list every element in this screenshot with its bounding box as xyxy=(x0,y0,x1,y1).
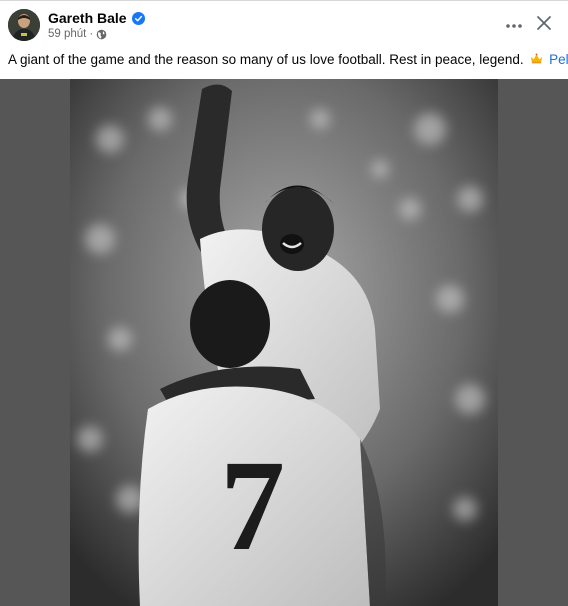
crown-emoji xyxy=(530,52,543,65)
more-options-icon xyxy=(505,16,523,34)
post-caption: A giant of the game and the reason so ma… xyxy=(8,51,568,69)
close-icon xyxy=(536,15,552,36)
post-photo[interactable]: 7 xyxy=(70,79,498,606)
caption-text: A giant of the game and the reason so ma… xyxy=(8,52,524,67)
post-media: 7 xyxy=(0,79,568,606)
post-meta: 59 phút · xyxy=(48,28,107,40)
post-card: Gareth Bale 59 phút · A giant of the gam… xyxy=(0,0,568,606)
close-button[interactable] xyxy=(528,9,560,41)
mention-link[interactable]: Pelé xyxy=(549,52,568,67)
verified-badge-icon xyxy=(131,11,145,25)
more-options-button[interactable] xyxy=(498,9,530,41)
post-header: Gareth Bale 59 phút · xyxy=(0,1,568,47)
globe-icon xyxy=(96,29,107,40)
author-avatar[interactable] xyxy=(8,9,40,41)
post-timestamp[interactable]: 59 phút xyxy=(48,28,86,40)
author-name[interactable]: Gareth Bale xyxy=(48,10,127,26)
meta-separator: · xyxy=(89,28,94,40)
author-line: Gareth Bale xyxy=(48,10,145,26)
jersey-number: 7 xyxy=(220,434,285,578)
